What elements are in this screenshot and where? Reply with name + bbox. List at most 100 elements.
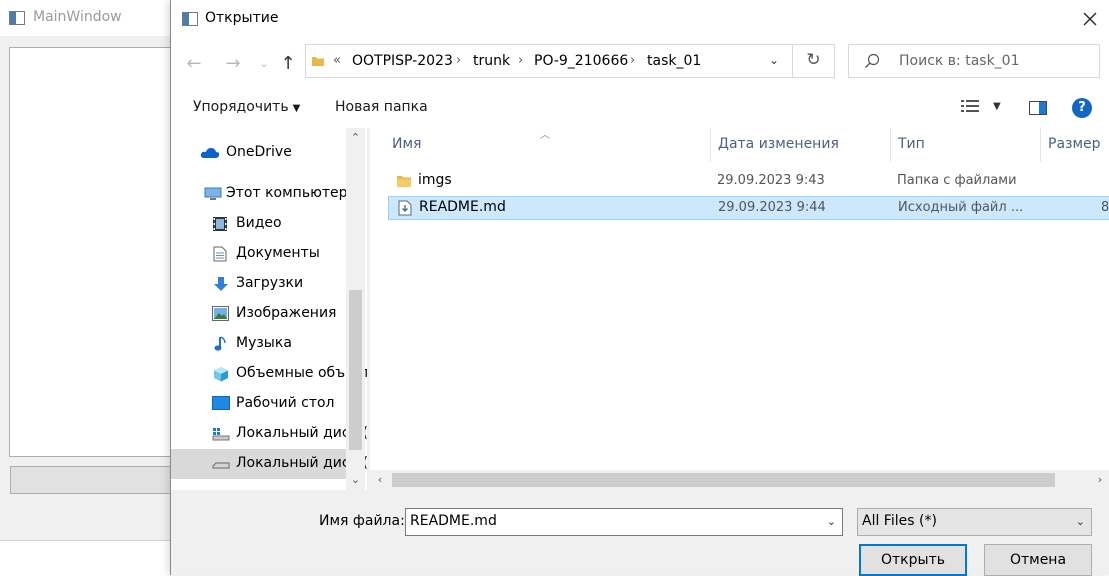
cancel-button[interactable]: Отмена: [984, 544, 1092, 576]
desktop-icon: [212, 396, 230, 414]
main-window-title: MainWindow: [33, 9, 122, 25]
column-header-modified[interactable]: Дата изменения: [711, 128, 891, 162]
close-icon[interactable]: [1080, 9, 1100, 29]
main-window-titlebar: MainWindow: [0, 0, 172, 36]
file-modified: 29.09.2023 9:44: [718, 200, 826, 215]
scrollbar-thumb[interactable]: [392, 473, 1055, 487]
dialog-title: Открытие: [205, 10, 279, 26]
breadcrumb-overflow[interactable]: «: [333, 53, 341, 68]
main-window: MainWindow: [0, 0, 182, 541]
chevron-down-icon[interactable]: ⌄: [1076, 515, 1085, 528]
file-name: imgs: [418, 172, 452, 188]
open-button[interactable]: Открыть: [859, 544, 967, 576]
column-header-label: Тип: [898, 136, 925, 152]
file-list: ︿ Имя Дата изменения Тип Размер imgs 29.…: [370, 128, 1109, 490]
organize-label: Упорядочить: [193, 99, 289, 115]
breadcrumb-item[interactable]: OOTPISP-2023: [352, 53, 453, 69]
breadcrumb-item[interactable]: trunk: [473, 53, 510, 69]
up-arrow-icon[interactable]: ↑: [277, 53, 299, 75]
windows-drive-icon: [212, 426, 230, 446]
search-icon: [863, 52, 881, 74]
nav-label: OneDrive: [226, 144, 292, 160]
downloads-icon: [213, 276, 229, 296]
nav-label: Этот компьютер: [226, 185, 348, 201]
recent-locations-chevron-icon[interactable]: ⌄: [253, 53, 275, 75]
breadcrumb-chevron-icon[interactable]: ›: [456, 53, 461, 68]
nav-item-pictures[interactable]: Изображения: [171, 299, 347, 329]
file-type: Исходный файл ...: [898, 200, 1024, 215]
breadcrumb-item[interactable]: task_01: [647, 53, 701, 69]
navigation-pane: OneDrive Этот компьютер Видео Документы …: [171, 128, 367, 490]
nav-item-3d-objects[interactable]: Объемные объекты: [171, 359, 367, 389]
nav-item-this-pc[interactable]: Этот компьютер: [171, 179, 348, 209]
dialog-window-icon: [182, 12, 198, 30]
column-header-size[interactable]: Размер: [1041, 128, 1109, 162]
column-header-label: Дата изменения: [718, 136, 839, 152]
new-folder-button[interactable]: Новая папка: [335, 99, 428, 115]
nav-label: Загрузки: [236, 275, 304, 291]
folder-icon: [396, 173, 412, 193]
nav-item-downloads[interactable]: Загрузки: [171, 269, 347, 299]
address-bar[interactable]: « OOTPISP-2023 › trunk › PO-9_210666 › t…: [305, 44, 793, 78]
file-row[interactable]: README.md 29.09.2023 9:44 Исходный файл …: [388, 196, 1109, 220]
3d-objects-icon: [213, 366, 229, 386]
documents-icon: [213, 246, 227, 266]
markdown-file-icon: [397, 200, 413, 220]
folder-icon: [311, 54, 325, 72]
search-placeholder: Поиск в: task_01: [899, 53, 1020, 69]
chevron-left-icon[interactable]: ‹: [370, 470, 390, 490]
nav-pane-scrollbar[interactable]: ⌃ ⌄: [346, 128, 365, 490]
chevron-down-icon[interactable]: ⌄: [346, 470, 365, 490]
nav-item-desktop[interactable]: Рабочий стол: [171, 389, 347, 419]
nav-item-music[interactable]: Музыка: [171, 329, 347, 359]
nav-item-onedrive[interactable]: OneDrive: [171, 138, 347, 168]
navigation-bar: ← → ⌄ ↑ « OOTPISP-2023 › trunk › PO-9_21…: [171, 38, 1109, 88]
computer-icon: [204, 186, 222, 206]
filter-value: All Files (*): [862, 513, 937, 529]
column-header-label: Размер: [1048, 136, 1101, 152]
organize-button[interactable]: Упорядочить ▼: [193, 99, 300, 115]
command-bar: Упорядочить ▼ Новая папка ▼ ?: [171, 88, 1109, 128]
filename-label: Имя файла:: [319, 513, 405, 529]
open-file-dialog: Открытие ← → ⌄ ↑ « OOTPISP-2023 › trunk …: [170, 0, 1109, 576]
nav-item-videos[interactable]: Видео: [171, 209, 347, 239]
nav-item-documents[interactable]: Документы: [171, 239, 347, 269]
scrollbar-thumb[interactable]: [349, 290, 362, 450]
file-list-scrollbar[interactable]: ‹ ›: [370, 470, 1109, 490]
breadcrumb-chevron-icon[interactable]: ›: [518, 53, 523, 68]
video-icon: [212, 216, 228, 236]
main-text-area[interactable]: [9, 47, 181, 457]
back-arrow-icon[interactable]: ←: [183, 53, 205, 75]
pictures-icon: [212, 306, 229, 325]
view-options-icon[interactable]: [961, 99, 979, 117]
nav-label: Видео: [236, 215, 282, 231]
file-type-filter[interactable]: All Files (*) ⌄: [857, 508, 1092, 536]
chevron-down-icon[interactable]: ⌄: [769, 53, 779, 67]
nav-label: Рабочий стол: [236, 395, 335, 411]
dialog-titlebar: Открытие: [171, 0, 1109, 38]
help-icon[interactable]: ?: [1072, 98, 1092, 118]
breadcrumb-chevron-icon[interactable]: ›: [630, 53, 635, 68]
file-row[interactable]: imgs 29.09.2023 9:43 Папка с файлами: [388, 170, 1109, 194]
file-modified: 29.09.2023 9:43: [717, 173, 825, 188]
filename-field[interactable]: README.md ⌄: [405, 508, 843, 536]
nav-item-local-disk-c[interactable]: Локальный диск (C:): [171, 419, 367, 449]
caret-down-icon[interactable]: ▼: [993, 101, 1001, 112]
search-input[interactable]: Поиск в: task_01: [848, 44, 1100, 78]
breadcrumb-item[interactable]: PO-9_210666: [534, 53, 628, 69]
nav-label: Изображения: [236, 305, 337, 321]
refresh-icon[interactable]: ↻: [793, 44, 835, 78]
music-icon: [214, 336, 228, 356]
nav-item-local-disk-d[interactable]: Локальный диск (D:): [171, 449, 367, 479]
chevron-up-icon[interactable]: ⌃: [346, 128, 365, 148]
chevron-right-icon[interactable]: ›: [1090, 470, 1109, 490]
column-header-name[interactable]: Имя: [370, 128, 710, 162]
preview-pane-icon[interactable]: [1029, 101, 1047, 119]
chevron-down-icon[interactable]: ⌄: [827, 515, 836, 528]
caret-down-icon: ▼: [292, 103, 301, 114]
main-window-button[interactable]: [10, 466, 182, 494]
file-name: README.md: [419, 199, 506, 215]
column-header-type[interactable]: Тип: [891, 128, 1041, 162]
file-size: 8: [1101, 200, 1109, 215]
forward-arrow-icon[interactable]: →: [222, 53, 244, 75]
